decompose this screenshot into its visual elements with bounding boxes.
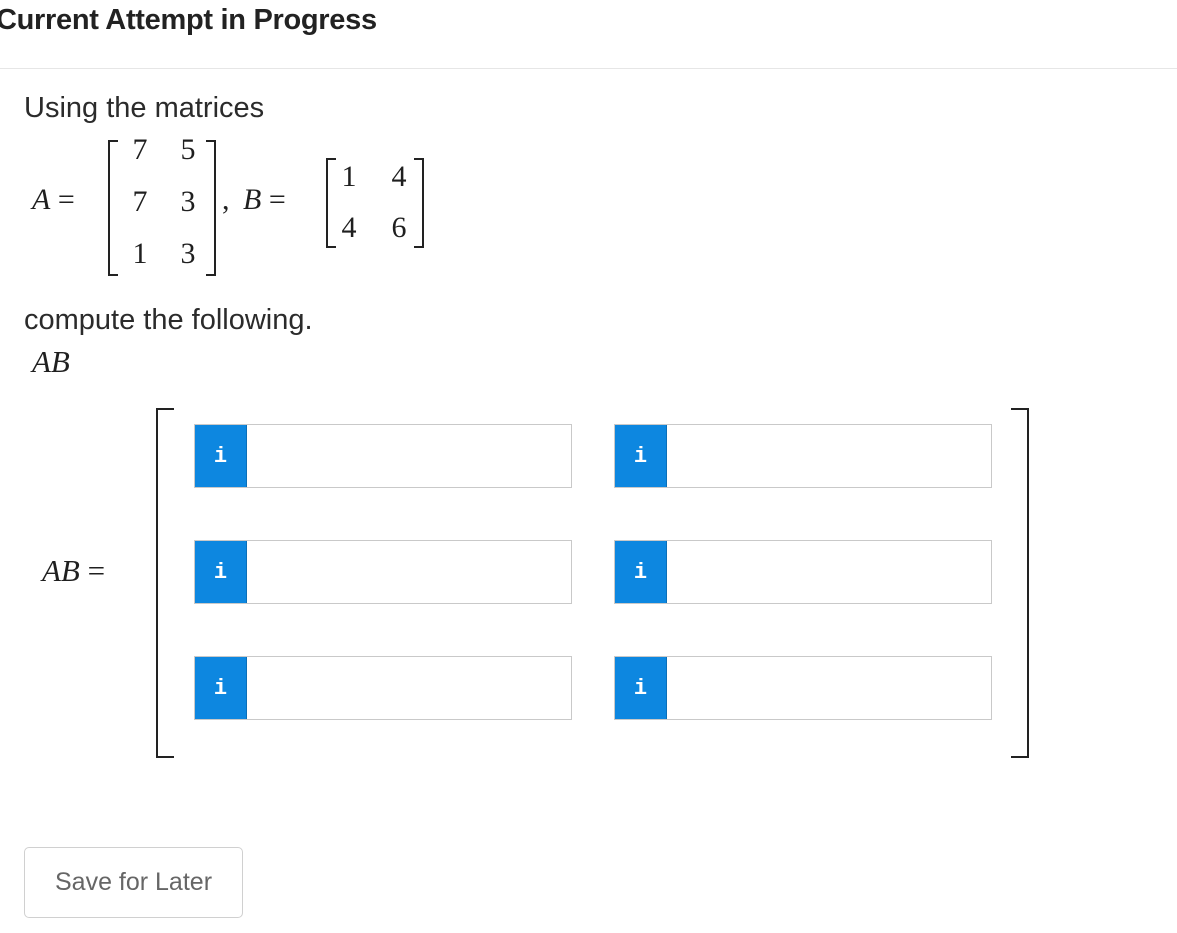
answer-input[interactable] (247, 541, 571, 603)
matrix-a-left-bracket (108, 140, 118, 276)
question-instruction: compute the following. (24, 304, 313, 336)
answer-input[interactable] (247, 425, 571, 487)
matrix-a-cell: 7 (132, 185, 148, 218)
matrix-a-cell: 3 (180, 185, 196, 218)
question-intro: Using the matrices (24, 92, 265, 124)
matrix-b-label: B = (243, 183, 286, 216)
matrix-b-cell: 6 (391, 211, 407, 244)
answer-cell-1-2: i (614, 424, 992, 488)
answer-cell-3-1: i (194, 656, 572, 720)
answer-input[interactable] (667, 541, 991, 603)
matrix-a-cell: 1 (132, 237, 148, 270)
answer-cell-2-2: i (614, 540, 992, 604)
matrix-b-cell: 1 (341, 160, 357, 193)
matrix-separator: , (222, 183, 230, 216)
matrix-a-cell: 3 (180, 237, 196, 270)
info-icon[interactable]: i (195, 425, 247, 487)
answer-cell-3-2: i (614, 656, 992, 720)
matrix-b-right-bracket (414, 158, 424, 248)
answer-left-bracket (156, 408, 174, 758)
divider (0, 68, 1177, 69)
matrix-a-cell: 7 (132, 133, 148, 166)
matrix-a-cell: 5 (180, 133, 196, 166)
save-for-later-button[interactable]: Save for Later (24, 847, 243, 918)
info-icon[interactable]: i (195, 541, 247, 603)
answer-input[interactable] (667, 657, 991, 719)
matrix-a-right-bracket (206, 140, 216, 276)
answer-cell-2-1: i (194, 540, 572, 604)
info-icon[interactable]: i (615, 425, 667, 487)
page-title: Current Attempt in Progress (0, 4, 377, 36)
matrix-a-label: A = (32, 183, 75, 216)
info-icon[interactable]: i (615, 541, 667, 603)
answer-input[interactable] (247, 657, 571, 719)
matrix-b-cell: 4 (391, 160, 407, 193)
answer-input[interactable] (667, 425, 991, 487)
answer-right-bracket (1011, 408, 1029, 758)
matrix-b-left-bracket (326, 158, 336, 248)
info-icon[interactable]: i (615, 657, 667, 719)
answer-cell-1-1: i (194, 424, 572, 488)
info-icon[interactable]: i (195, 657, 247, 719)
expression-title: AB (32, 344, 70, 379)
matrix-b-cell: 4 (341, 211, 357, 244)
answer-label: AB = (42, 553, 106, 588)
